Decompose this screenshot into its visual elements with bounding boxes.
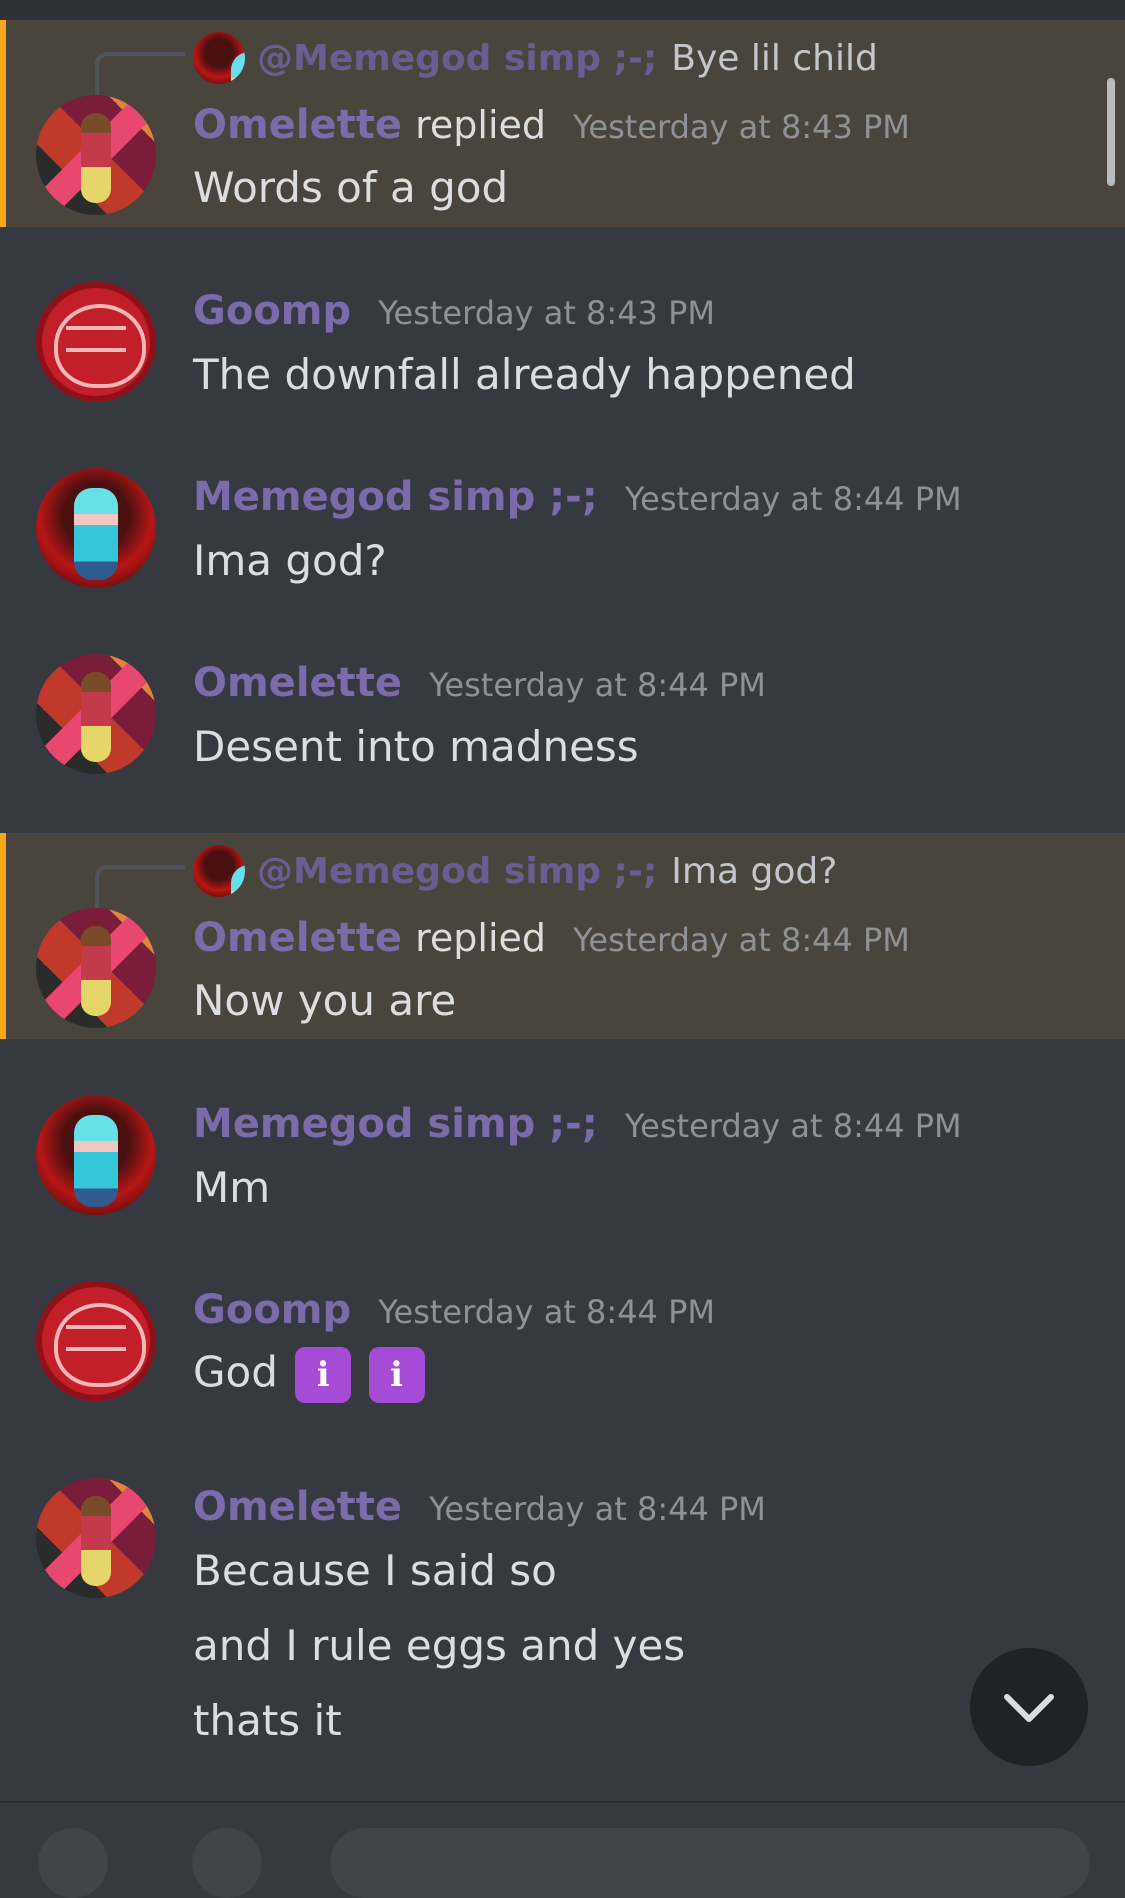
timestamp: Yesterday at 8:44 PM	[573, 921, 910, 959]
avatar[interactable]	[36, 908, 156, 1028]
timestamp: Yesterday at 8:43 PM	[573, 108, 910, 146]
avatar[interactable]	[36, 1095, 156, 1215]
avatar[interactable]	[36, 95, 156, 215]
timestamp: Yesterday at 8:44 PM	[429, 666, 766, 704]
username[interactable]: Memegod simp ;-;	[193, 1101, 598, 1147]
reply-reference[interactable]: @Memegod simp ;-; Bye lil child	[193, 32, 878, 84]
timestamp: Yesterday at 8:44 PM	[624, 1107, 962, 1145]
reply-spine	[95, 865, 185, 909]
avatar[interactable]	[36, 282, 156, 402]
username[interactable]: Memegod simp ;-;	[193, 474, 598, 520]
timestamp: Yesterday at 8:44 PM	[378, 1293, 715, 1331]
avatar[interactable]	[36, 1478, 156, 1598]
reply-reference[interactable]: @Memegod simp ;-; Ima god?	[193, 845, 837, 897]
chevron-down-icon	[1004, 1694, 1054, 1722]
top-strip	[0, 0, 1125, 20]
username[interactable]: Omelette	[193, 1484, 402, 1530]
reply-mention[interactable]: @Memegod simp ;-;	[257, 851, 657, 892]
message-text: Ima god?	[193, 536, 387, 585]
message-text: and I rule eggs and yes	[193, 1621, 686, 1670]
timestamp: Yesterday at 8:43 PM	[378, 294, 715, 332]
message-text: Mm	[193, 1163, 271, 1212]
avatar[interactable]	[36, 654, 156, 774]
information-emoji[interactable]: ℹ	[368, 1347, 425, 1403]
add-attachment-button[interactable]	[38, 1828, 108, 1898]
message[interactable]: Goomp Yesterday at 8:44 PM God ℹ ℹ	[0, 1269, 1125, 1429]
jump-to-present-button[interactable]	[970, 1648, 1088, 1766]
username[interactable]: Omelette	[193, 102, 402, 148]
username[interactable]: Goomp	[193, 1287, 351, 1333]
reply-spine	[95, 52, 185, 96]
replied-label: replied	[415, 916, 547, 960]
message-text: God ℹ ℹ	[193, 1347, 425, 1403]
reply-preview-text: Bye lil child	[671, 37, 878, 79]
message-input[interactable]	[330, 1828, 1090, 1898]
message-text: Because I said so	[193, 1546, 557, 1595]
message[interactable]: Omelette Yesterday at 8:44 PM Because I …	[0, 1466, 1125, 1766]
message-text: Words of a god	[193, 163, 509, 212]
avatar[interactable]	[36, 468, 156, 588]
scrollbar[interactable]	[1107, 78, 1115, 186]
reply-avatar	[193, 845, 245, 897]
message-text: Desent into madness	[193, 722, 639, 771]
message-text: Now you are	[193, 976, 457, 1025]
message[interactable]: Memegod simp ;-; Yesterday at 8:44 PM Im…	[0, 456, 1125, 606]
username[interactable]: Omelette	[193, 915, 402, 961]
reply-preview-text: Ima god?	[671, 850, 838, 892]
message-highlighted[interactable]: @Memegod simp ;-; Bye lil child Omelette…	[0, 20, 1125, 227]
reply-avatar	[193, 32, 245, 84]
message-text: The downfall already happened	[193, 350, 856, 399]
username[interactable]: Omelette	[193, 660, 402, 706]
message-text: thats it	[193, 1696, 342, 1745]
avatar[interactable]	[36, 1281, 156, 1401]
replied-label: replied	[415, 103, 547, 147]
message[interactable]: Omelette Yesterday at 8:44 PM Desent int…	[0, 642, 1125, 792]
timestamp: Yesterday at 8:44 PM	[429, 1490, 766, 1528]
message[interactable]: Memegod simp ;-; Yesterday at 8:44 PM Mm	[0, 1083, 1125, 1233]
message[interactable]: Goomp Yesterday at 8:43 PM The downfall …	[0, 270, 1125, 420]
username[interactable]: Goomp	[193, 288, 351, 334]
message-highlighted[interactable]: @Memegod simp ;-; Ima god? Omelette repl…	[0, 833, 1125, 1039]
gift-button[interactable]	[192, 1828, 262, 1898]
timestamp: Yesterday at 8:44 PM	[624, 480, 962, 518]
message-text-content: God	[193, 1347, 278, 1397]
reply-mention[interactable]: @Memegod simp ;-;	[257, 38, 657, 79]
information-emoji[interactable]: ℹ	[295, 1347, 352, 1403]
